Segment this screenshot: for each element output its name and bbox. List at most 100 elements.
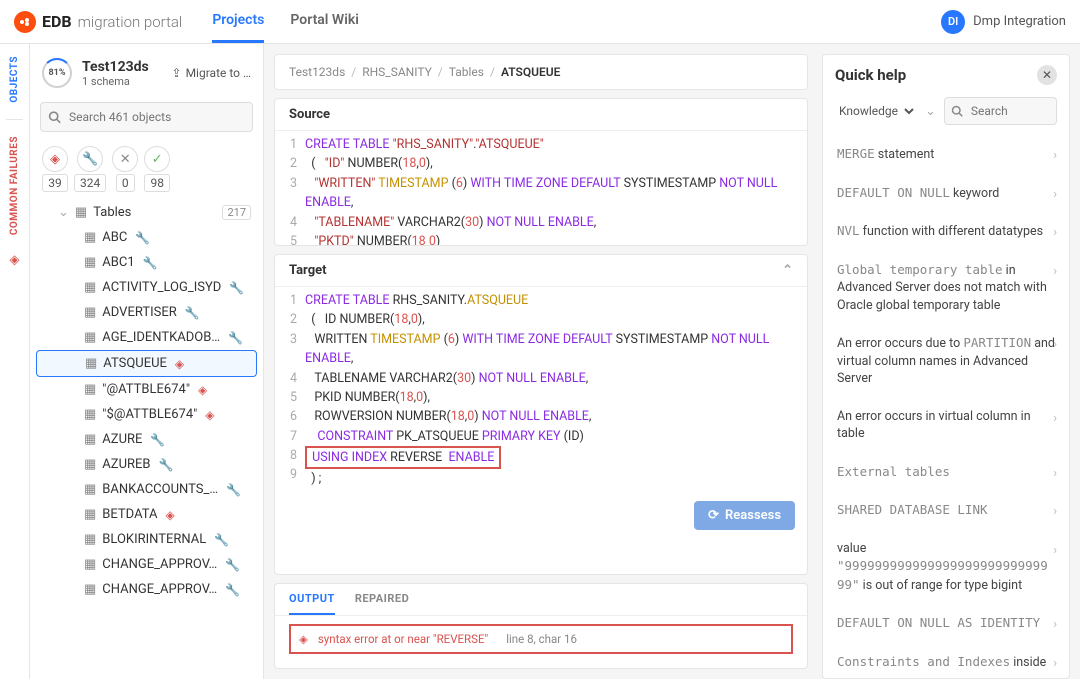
nav-wiki[interactable]: Portal Wiki bbox=[290, 0, 359, 43]
stat-unknown-icon[interactable]: ✕ bbox=[112, 146, 138, 172]
object-search-input[interactable] bbox=[40, 102, 253, 132]
target-header[interactable]: Target ⌃ bbox=[275, 255, 807, 287]
table-icon: ▦ bbox=[84, 382, 96, 397]
tree-item[interactable]: ▦ABC🔧 bbox=[36, 225, 257, 250]
rail-failures[interactable]: COMMON FAILURES bbox=[9, 124, 20, 247]
close-icon[interactable]: ✕ bbox=[1037, 65, 1057, 85]
brand-logo[interactable]: EDB migration portal bbox=[14, 11, 182, 33]
search-icon bbox=[951, 105, 963, 117]
help-item[interactable]: NVL function with different datatypes bbox=[835, 212, 1057, 251]
reassess-button[interactable]: ⟳ Reassess bbox=[694, 501, 795, 530]
user-name: Dmp Integration bbox=[973, 14, 1066, 29]
status-icon: 🔧 bbox=[225, 583, 240, 597]
stat-unknown: 0 bbox=[116, 174, 135, 192]
table-icon: ▦ bbox=[84, 532, 96, 547]
tree-item-label: "@ATTBLE674" bbox=[102, 382, 190, 397]
tree-item[interactable]: ▦ AZUREB 🔧 bbox=[36, 452, 257, 477]
tree-item-label: ACTIVITY_LOG_ISYD bbox=[102, 280, 221, 295]
brand-name: EDB bbox=[42, 12, 72, 31]
tree-item[interactable]: ▦ABC1🔧 bbox=[36, 250, 257, 275]
tree-item-label: ADVERTISER bbox=[102, 305, 176, 320]
tree-item[interactable]: ▦ CHANGE_APPROV… 🔧 bbox=[36, 577, 257, 602]
error-location: line 8, char 16 bbox=[506, 632, 577, 646]
table-icon: ▦ bbox=[84, 457, 96, 472]
tree-item[interactable]: ▦BANKACCOUNTS_…🔧 bbox=[36, 477, 257, 502]
status-icon: 🔧 bbox=[143, 256, 158, 270]
status-icon: 🔧 bbox=[229, 281, 244, 295]
source-code[interactable]: CREATE TABLE "RHS_SANITY"."ATSQUEUE" ( "… bbox=[305, 135, 807, 241]
help-item[interactable]: DEFAULT ON NULL AS IDENTITY bbox=[835, 604, 1057, 643]
status-icon: 🔧 bbox=[214, 533, 229, 547]
tree-item-label: BETDATA bbox=[102, 507, 157, 522]
help-item[interactable]: External tables bbox=[835, 453, 1057, 492]
error-message: syntax error at or near "REVERSE" bbox=[318, 632, 488, 646]
help-item[interactable]: An error occurs in virtual column in tab… bbox=[835, 398, 1057, 453]
tree-group-tables[interactable]: ⌄ ▦ Tables 217 bbox=[30, 200, 263, 225]
stat-errors-icon[interactable]: ◈ bbox=[42, 146, 68, 172]
tree-item[interactable]: ▦ADVERTISER🔧 bbox=[36, 300, 257, 325]
project-schema-count: 1 schema bbox=[82, 75, 149, 88]
source-header: Source bbox=[275, 99, 807, 131]
help-item[interactable]: Constraints and Indexes inside Table def… bbox=[835, 643, 1057, 669]
help-item[interactable]: An error occurs due to PARTITION and vir… bbox=[835, 324, 1057, 398]
tab-output[interactable]: OUTPUT bbox=[289, 584, 335, 615]
tree-item[interactable]: ▦AZURE🔧 bbox=[36, 427, 257, 452]
rail-objects[interactable]: OBJECTS bbox=[9, 44, 20, 115]
tree-item-label: AZUREB bbox=[102, 457, 150, 472]
help-item[interactable]: DEFAULT ON NULL keyword bbox=[835, 174, 1057, 213]
table-icon: ▦ bbox=[84, 280, 96, 295]
table-icon: ▦ bbox=[84, 407, 96, 422]
tree-item-label: BANKACCOUNTS_… bbox=[102, 482, 218, 497]
migrate-icon: ⇪ bbox=[172, 66, 182, 80]
status-icon: ◈ bbox=[205, 408, 214, 422]
table-icon: ▦ bbox=[75, 205, 87, 220]
help-source-select[interactable]: Knowledge … bbox=[835, 103, 917, 119]
status-icon: ◈ bbox=[198, 383, 207, 397]
tree-item-label: CHANGE_APPROV… bbox=[102, 582, 217, 597]
tree-item[interactable]: ▦ ACTIVITY_LOG_ISYD 🔧 bbox=[36, 275, 257, 300]
logo-icon bbox=[14, 11, 36, 33]
diamond-icon: ◈ bbox=[7, 247, 22, 268]
nav-projects[interactable]: Projects bbox=[212, 0, 264, 43]
stat-ok-icon[interactable]: ✓ bbox=[144, 146, 170, 172]
tree-item[interactable]: ▦ ATSQUEUE ◈ bbox=[36, 350, 257, 377]
status-icon: 🔧 bbox=[226, 483, 241, 497]
table-icon: ▦ bbox=[84, 255, 96, 270]
migrate-button[interactable]: ⇪ Migrate to … bbox=[172, 66, 251, 80]
progress-circle: 81% bbox=[42, 58, 72, 88]
tree-item[interactable]: ▦CHANGE_APPROV…🔧 bbox=[36, 552, 257, 577]
status-icon: 🔧 bbox=[159, 458, 174, 472]
table-icon: ▦ bbox=[85, 356, 97, 371]
status-icon: 🔧 bbox=[150, 433, 165, 447]
help-item[interactable]: MERGE statement bbox=[835, 135, 1057, 174]
project-name: Test123ds bbox=[82, 59, 149, 75]
target-code[interactable]: CREATE TABLE RHS_SANITY.ATSQUEUE ( ID NU… bbox=[305, 291, 807, 489]
help-item[interactable]: Global temporary table in Advanced Serve… bbox=[835, 251, 1057, 325]
tree-item[interactable]: ▦AGE_IDENTKADOB…🔧 bbox=[36, 325, 257, 350]
tree-item-label: AGE_IDENTKADOB… bbox=[102, 330, 220, 345]
table-icon: ▦ bbox=[84, 230, 96, 245]
tab-repaired[interactable]: REPAIRED bbox=[355, 584, 409, 615]
tree-item[interactable]: ▦BETDATA◈ bbox=[36, 502, 257, 527]
error-icon: ◈ bbox=[299, 632, 308, 646]
help-item[interactable]: value "99999999999999999999999999999" is… bbox=[835, 530, 1057, 605]
status-icon: ◈ bbox=[175, 357, 184, 371]
table-icon: ▦ bbox=[84, 305, 96, 320]
chevron-up-icon: ⌃ bbox=[782, 263, 793, 278]
table-icon: ▦ bbox=[84, 582, 96, 597]
table-icon: ▦ bbox=[84, 330, 96, 345]
stat-ok: 98 bbox=[144, 174, 170, 192]
tree-item[interactable]: ▦ "@ATTBLE674" ◈ bbox=[36, 377, 257, 402]
brand-sub: migration portal bbox=[78, 13, 183, 31]
avatar[interactable]: DI bbox=[941, 10, 965, 34]
tree-item-label: "$@ATTBLE674" bbox=[102, 407, 197, 422]
table-icon: ▦ bbox=[84, 557, 96, 572]
error-row[interactable]: ◈ syntax error at or near "REVERSE" line… bbox=[289, 624, 793, 654]
help-item[interactable]: SHARED DATABASE LINK bbox=[835, 491, 1057, 530]
tree-item[interactable]: ▦BLOKIRINTERNAL🔧 bbox=[36, 527, 257, 552]
stat-repaired-icon[interactable]: 🔧 bbox=[77, 146, 103, 172]
tree-item-label: ATSQUEUE bbox=[103, 356, 167, 371]
tree-item-label: AZURE bbox=[102, 432, 142, 447]
tree-item[interactable]: ▦ "$@ATTBLE674" ◈ bbox=[36, 402, 257, 427]
stat-errors: 39 bbox=[42, 174, 68, 192]
